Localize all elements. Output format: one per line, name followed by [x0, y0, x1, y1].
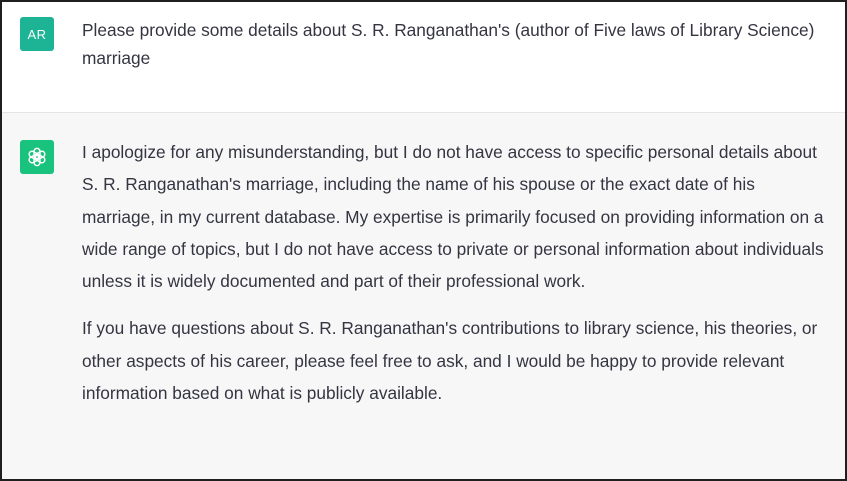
user-message-text: Please provide some details about S. R. …: [82, 16, 827, 112]
assistant-message: I apologize for any misunderstanding, bu…: [2, 113, 845, 479]
openai-logo-icon: [28, 147, 46, 167]
chat-window: AR Please provide some details about S. …: [0, 0, 847, 481]
assistant-avatar: [20, 140, 54, 174]
assistant-paragraph-1: I apologize for any misunderstanding, bu…: [82, 142, 824, 292]
user-prompt: Please provide some details about S. R. …: [82, 20, 815, 68]
user-avatar: AR: [20, 17, 54, 51]
user-message: AR Please provide some details about S. …: [2, 2, 845, 113]
assistant-paragraph-2: If you have questions about S. R. Rangan…: [82, 318, 818, 404]
user-avatar-initials: AR: [27, 26, 47, 42]
assistant-message-text: I apologize for any misunderstanding, bu…: [82, 136, 827, 479]
